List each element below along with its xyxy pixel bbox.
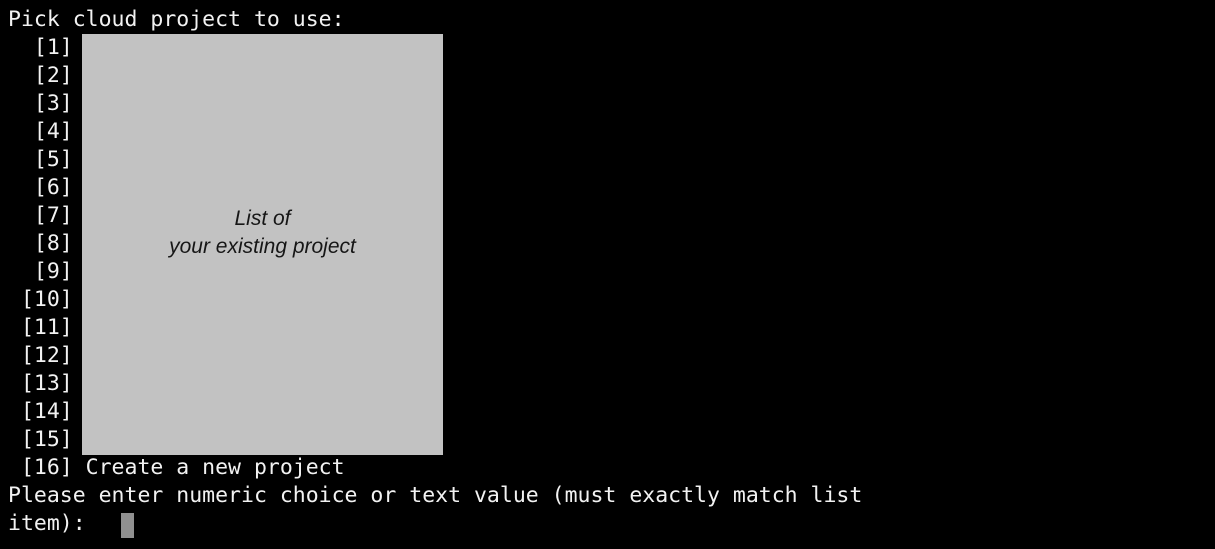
redaction-annotation-label: List of your existing project — [169, 206, 356, 258]
input-prompt-line-2[interactable]: item): — [8, 510, 1208, 538]
menu-item-16-create-new-project[interactable]: [16] Create a new project — [8, 454, 1208, 482]
prompt-header: Pick cloud project to use: — [8, 7, 345, 32]
input-prompt-line-1: Please enter numeric choice or text valu… — [8, 483, 863, 508]
terminal-window: Pick cloud project to use: [1] [2] [3] [… — [0, 0, 1215, 549]
text-cursor[interactable] — [121, 513, 134, 538]
redaction-overlay: List of your existing project — [82, 34, 443, 455]
